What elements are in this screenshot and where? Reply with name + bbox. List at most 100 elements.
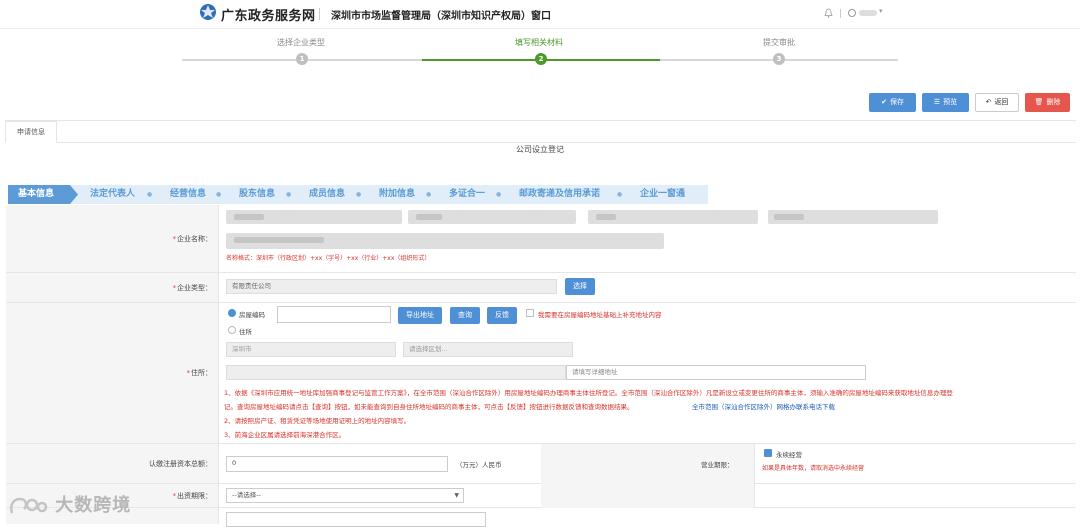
return-arrow-icon: ↶: [985, 98, 992, 106]
label-company-type-text: 企业类型：: [177, 283, 212, 292]
redacted-text: [416, 214, 442, 220]
label-company-name: * 企业名称：: [6, 205, 219, 272]
delete-button[interactable]: 🗑 删除: [1025, 93, 1070, 112]
next-row-input[interactable]: [226, 512, 486, 527]
redacted-text: [234, 237, 324, 243]
capital-unit: （万元）人民币: [456, 461, 502, 469]
label-term: 营业期限：: [701, 461, 734, 469]
back-label: 返回: [994, 98, 1009, 106]
section-nav-dot-icon: ●: [147, 191, 153, 198]
section-nav-legal-rep[interactable]: 法定代表人: [90, 185, 135, 204]
house-code-input[interactable]: [277, 306, 391, 323]
step-1-label: 选择企业类型: [277, 38, 325, 47]
step-2-dot: 2: [535, 53, 547, 65]
capital-input[interactable]: 0: [226, 456, 448, 472]
radio-home-label: 住所: [239, 328, 252, 336]
district-select[interactable]: 请选择区划...: [403, 342, 573, 357]
row-company-name: * 企业名称： 名称格式：深圳市（行政区划）+xx（字号）+xx（行业）+xx（组…: [6, 205, 1076, 273]
name-part-form[interactable]: [768, 210, 938, 224]
site-brand[interactable]: 广东政务服务网: [221, 5, 316, 24]
section-nav-basic[interactable]: 基本信息: [8, 185, 78, 204]
section-nav-dot-icon: ●: [617, 191, 623, 198]
section-nav-additional[interactable]: 附加信息: [379, 185, 415, 204]
section-nav: 基本信息 法定代表人 ● 经营信息 ● 股东信息 ● 成员信息 ● 附加信息 ●…: [8, 185, 708, 204]
contribution-select[interactable]: --请选择-- ▼: [226, 488, 464, 503]
section-nav-members[interactable]: 成员信息: [309, 185, 345, 204]
user-name-redacted: [859, 10, 877, 16]
preview-button[interactable]: ☰ 预览: [922, 93, 969, 112]
section-nav-dot-icon: ●: [496, 191, 502, 198]
header-border: [0, 28, 1080, 29]
guangdong-logo-icon: [200, 4, 216, 20]
name-part-brand[interactable]: [408, 210, 576, 224]
select-type-button[interactable]: 选择: [565, 278, 595, 295]
step-3-dot: 3: [773, 53, 785, 65]
bell-icon[interactable]: [824, 8, 833, 18]
redacted-text: [774, 214, 804, 220]
chevron-down-icon: ▾: [879, 7, 883, 15]
user-avatar-icon: [848, 9, 856, 17]
user-menu[interactable]: ▾: [848, 7, 888, 19]
section-nav-dot-icon: ●: [286, 191, 292, 198]
header-divider-2: [840, 9, 841, 18]
row-company-type: * 企业类型： 有限责任公司 选择: [6, 273, 1076, 303]
section-nav-multi-cert[interactable]: 多证合一: [449, 185, 485, 204]
step-1-dot: 1: [296, 53, 308, 65]
section-nav-dot-icon: ●: [426, 191, 432, 198]
name-part-industry[interactable]: [588, 210, 758, 224]
grid-office-contact-link[interactable]: 全市范围（深汕合作区除外）网格办联系电话下载: [692, 401, 835, 411]
section-nav-dot-icon: ●: [356, 191, 362, 198]
feedback-button[interactable]: 反馈: [487, 307, 517, 324]
export-address-button[interactable]: 导出地址: [398, 307, 442, 324]
section-nav-one-window[interactable]: 企业一窗通: [640, 185, 685, 204]
tab-application-info[interactable]: 申请信息: [5, 121, 57, 143]
section-nav-postal[interactable]: 邮政寄递及信用承诺: [519, 185, 600, 204]
label-contribution-text: 出资期限：: [177, 491, 212, 500]
name-part-region[interactable]: [226, 210, 402, 224]
perpetual-label: 永续经营: [776, 451, 802, 459]
save-label: 保存: [889, 98, 904, 106]
query-button[interactable]: 查询: [450, 307, 480, 324]
radio-house-code[interactable]: [228, 309, 236, 317]
department-title: 深圳市市场监督管理局（深圳市知识产权局）窗口: [331, 11, 551, 22]
label-capital: 认缴注册资本总额：: [6, 444, 219, 483]
address-note-1b: 记。查询房屋地址编码请点击【查询】按钮，如未能查询到自身住所地址编码的商事主体，…: [224, 403, 634, 411]
label-company-type: * 企业类型：: [6, 273, 219, 302]
city-field: 深圳市: [226, 342, 396, 357]
row-address: * 住所： 房屋编码 导出地址 查询 反馈 我需要在房屋编码地址基础上补充地址内容…: [6, 303, 1076, 444]
list-icon: ☰: [933, 98, 941, 106]
redacted-text: [596, 214, 616, 220]
preview-label: 预览: [943, 98, 958, 106]
redacted-text: [234, 214, 264, 220]
watermark-logo-icon: [10, 497, 48, 514]
required-mark: *: [172, 234, 177, 243]
label-term-cell: 营业期限：: [541, 444, 755, 484]
detail-address-input[interactable]: 请填写详细地址: [566, 365, 866, 380]
perpetual-checkbox[interactable]: [764, 449, 772, 457]
term-hint: 如果是具体年数，请取消选中永续经营: [762, 465, 865, 472]
step-3-label: 提交审批: [763, 38, 795, 47]
address-note-3: 3、前海企业区属请选择前海深港合作区。: [224, 431, 346, 439]
section-nav-shareholder[interactable]: 股东信息: [239, 185, 275, 204]
company-type-field: 有限责任公司: [226, 279, 557, 294]
label-company-name-text: 企业名称：: [177, 234, 212, 243]
address-prefix-field: [226, 365, 566, 380]
required-mark: *: [172, 491, 177, 500]
required-mark: *: [172, 283, 177, 292]
section-nav-operation[interactable]: 经营信息: [170, 185, 206, 204]
supplement-checkbox[interactable]: [526, 309, 534, 317]
save-button[interactable]: ✔ 保存: [869, 93, 916, 112]
form-title: 公司设立登记: [516, 145, 564, 154]
supplement-label: 我需要在房屋编码地址基础上补充地址内容: [538, 311, 662, 319]
check-icon: ✔: [881, 98, 887, 106]
company-name-full: [226, 233, 664, 249]
company-name-hint: 名称格式：深圳市（行政区划）+xx（字号）+xx（行业）+xx（组织形式）: [226, 255, 431, 262]
address-note-1a: 1、依据《深圳市应用统一地址库加强商事登记与监管工作方案》，在全市范围（深汕合作…: [224, 389, 953, 397]
watermark: 大数跨境: [8, 491, 131, 517]
section-nav-dot-icon: ●: [216, 191, 222, 198]
radio-home[interactable]: [228, 326, 236, 334]
row-capital-term: 认缴注册资本总额： 0 （万元）人民币 营业期限： 永续经营 如果是具体年数，请…: [6, 444, 1076, 484]
back-button[interactable]: ↶ 返回: [975, 93, 1019, 112]
row-contribution: * 出资期限： --请选择-- ▼: [6, 484, 1076, 508]
tab-underline: [57, 142, 1076, 143]
